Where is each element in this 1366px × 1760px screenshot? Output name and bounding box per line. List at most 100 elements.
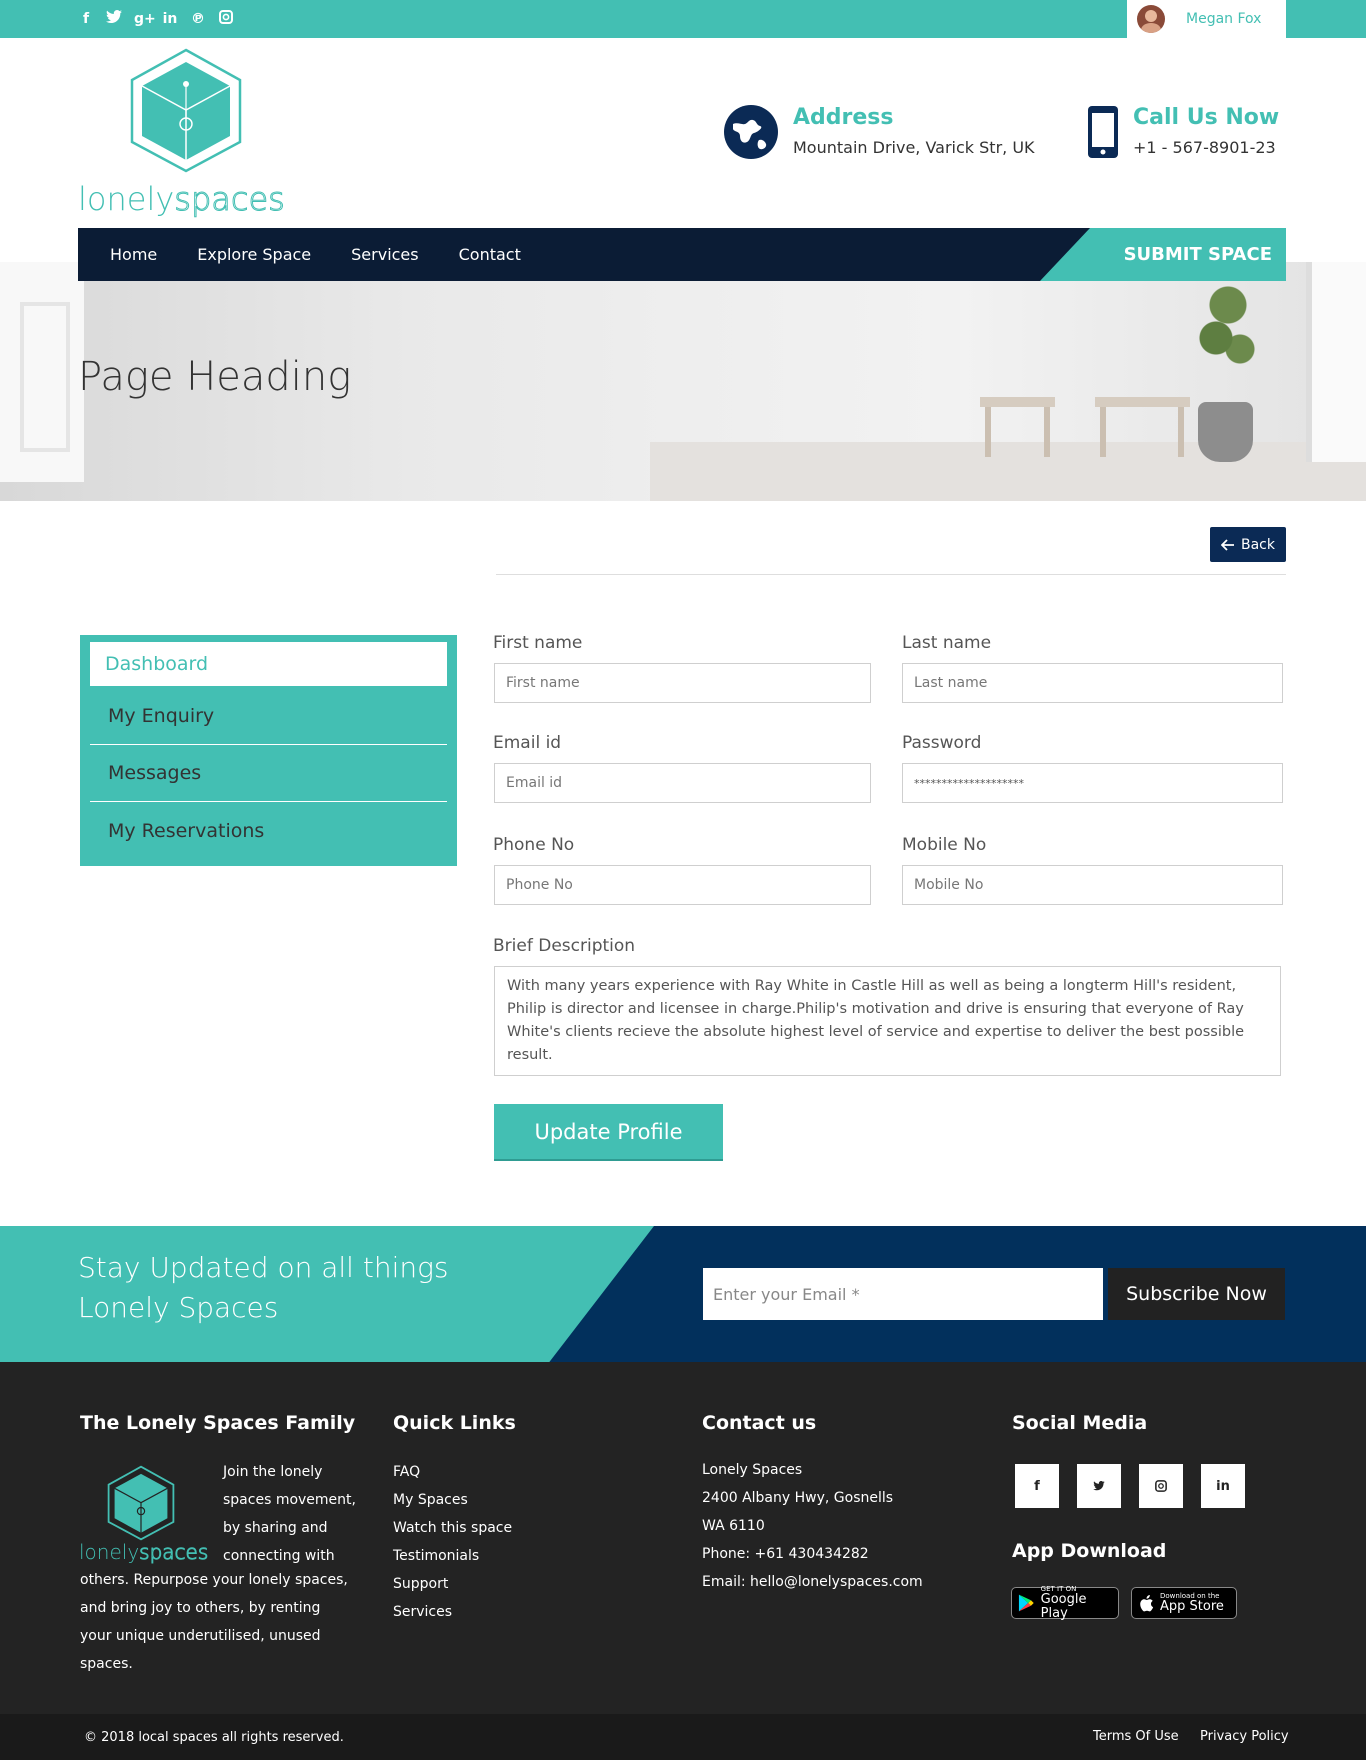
footer-link-watch-this-space[interactable]: Watch this space [393,1514,512,1542]
privacy-link[interactable]: Privacy Policy [1200,1729,1289,1744]
mobile-label: Mobile No [902,835,987,855]
footer-link-services[interactable]: Services [393,1598,512,1626]
footer-twitter-icon[interactable] [1077,1464,1121,1508]
footer-family-line: your unique underutilised, unused [80,1628,321,1644]
sidebar-item-messages[interactable]: Messages [90,745,447,802]
footer-link-support[interactable]: Support [393,1570,512,1598]
copyright-text: © 2018 local spaces all rights reserved. [84,1730,344,1745]
footer-family-text-long: others. Repurpose your lonely spaces, an… [80,1566,348,1678]
password-field[interactable] [902,763,1283,803]
update-profile-button[interactable]: Update Profile [494,1104,723,1161]
footer-linkedin-icon[interactable]: in [1201,1464,1245,1508]
footer-family-line: by sharing and [223,1520,328,1536]
nav-contact[interactable]: Contact [459,245,521,264]
app-store-badge[interactable]: Download on the App Store [1131,1587,1237,1619]
hero-floor [650,442,1366,501]
phone-field[interactable] [494,865,871,905]
facebook-icon[interactable]: f [78,10,94,29]
footer-facebook-icon[interactable]: f [1015,1464,1059,1508]
footer-family-line: others. Repurpose your lonely spaces, [80,1572,348,1588]
footer-instagram-icon[interactable] [1139,1464,1183,1508]
divider [496,574,1286,575]
footer-contact-lines: Lonely Spaces 2400 Albany Hwy, Gosnells … [702,1456,923,1596]
footer-family-line: Join the lonely [223,1464,323,1480]
page-title: Page Heading [78,354,352,400]
sidebar-item-my-enquiry[interactable]: My Enquiry [90,688,447,745]
user-menu[interactable]: Megan Fox [1127,0,1286,38]
back-button[interactable]: Back [1210,527,1286,562]
back-label: Back [1241,536,1275,553]
phone-icon [1088,106,1118,158]
hero-table [980,397,1055,407]
newsletter-email-input[interactable] [703,1268,1103,1320]
footer-app-title: App Download [1012,1540,1167,1562]
hero-plant [1198,272,1258,382]
nav-explore-space[interactable]: Explore Space [197,245,311,264]
hero-table-leg [1044,407,1050,457]
email-field[interactable] [494,763,871,803]
hero-table-leg [1100,407,1106,457]
terms-link[interactable]: Terms Of Use [1093,1729,1179,1744]
newsletter-line-1: Stay Updated on all things [78,1251,449,1284]
header-call: Call Us Now +1 - 567-8901-23 [1087,104,1279,160]
footer-quick-links-title: Quick Links [393,1412,516,1434]
globe-icon [724,105,778,159]
cube-logo-icon [130,48,242,173]
first-name-input[interactable] [494,663,871,703]
twitter-icon[interactable] [106,10,122,29]
hero-table [1095,397,1190,407]
google-play-icon [1018,1594,1034,1612]
address-title: Address [793,105,894,130]
header-address: Address Mountain Drive, Varick Str, UK [723,104,1035,160]
sidebar-item-dashboard[interactable]: Dashboard [90,642,447,686]
top-social-links: f g+ in ℗ [78,10,234,29]
bottom-bar: © 2018 local spaces all rights reserved.… [0,1714,1366,1760]
footer-contact-postcode: WA 6110 [702,1518,765,1534]
newsletter-banner: Stay Updated on all things Lonely Spaces… [0,1226,1366,1362]
mobile-field[interactable] [902,865,1283,905]
google-plus-icon[interactable]: g+ [134,10,156,29]
footer-link-my-spaces[interactable]: My Spaces [393,1486,512,1514]
logo-wordmark: lonelyspaces [78,180,285,219]
description-textarea[interactable]: With many years experience with Ray Whit… [494,966,1281,1076]
hero-window-frame [20,302,70,452]
hero-table-leg [1178,407,1184,457]
nav-home[interactable]: Home [110,245,157,264]
call-title: Call Us Now [1133,105,1280,130]
footer-contact-company: Lonely Spaces [702,1462,803,1478]
google-play-big: Google Play [1040,1592,1087,1621]
last-name-label: Last name [902,633,992,653]
avatar [1137,5,1165,33]
sidebar-item-my-reservations[interactable]: My Reservations [90,802,447,859]
phone-label: Phone No [493,835,575,855]
pinterest-icon[interactable]: ℗ [190,10,206,29]
last-name-input[interactable] [902,663,1283,703]
footer-contact-phone[interactable]: Phone: +61 430434282 [702,1540,923,1568]
linkedin-icon[interactable]: in [162,10,178,29]
google-play-badge[interactable]: GET IT ON Google Play [1011,1585,1119,1621]
footer-family-line: spaces movement, [223,1492,356,1508]
sidebar: Dashboard My Enquiry Messages My Reserva… [80,635,457,866]
app-store-big: App Store [1160,1599,1224,1614]
user-name: Megan Fox [1186,11,1262,27]
footer-family-text-short: Join the lonely spaces movement, by shar… [223,1458,356,1570]
footer-contact-email[interactable]: Email: hello@lonelyspaces.com [702,1568,923,1596]
apple-icon [1140,1594,1154,1611]
site-logo[interactable]: lonelyspaces [78,48,288,219]
call-value[interactable]: +1 - 567-8901-23 [1133,138,1279,157]
email-label: Email id [493,733,562,753]
footer-link-testimonials[interactable]: Testimonials [393,1542,512,1570]
footer-link-faq[interactable]: FAQ [393,1458,512,1486]
subscribe-button[interactable]: Subscribe Now [1108,1268,1285,1320]
hero-vase [1198,402,1253,462]
footer-family-line: spaces. [80,1656,133,1672]
instagram-icon[interactable] [218,10,234,29]
submit-space-button[interactable]: SUBMIT SPACE [1040,228,1286,281]
footer-logo-icon [107,1465,175,1541]
nav-services[interactable]: Services [351,245,418,264]
newsletter-headline: Stay Updated on all things Lonely Spaces [78,1248,449,1328]
arrow-left-icon [1221,538,1234,551]
hero-table-leg [985,407,991,457]
hero-banner: Page Heading [0,262,1366,501]
first-name-label: First name [493,633,583,653]
